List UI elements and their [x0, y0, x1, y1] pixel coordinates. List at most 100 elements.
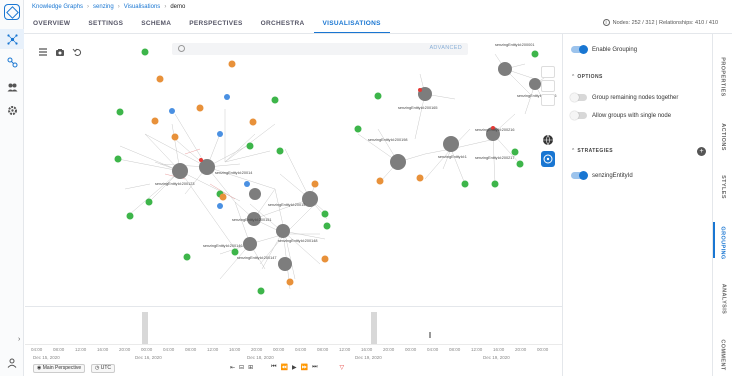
- globe-icon[interactable]: [541, 133, 555, 147]
- allow-single-toggle[interactable]: [570, 111, 587, 120]
- graph-canvas[interactable]: senzingEntityId:200123 senzingEntityId:2…: [25, 34, 562, 306]
- options-header[interactable]: ⌃ OPTIONS: [571, 74, 603, 80]
- timeline-tick-label: 04:00: [295, 347, 307, 352]
- allow-single-label: Allow groups with single node: [592, 112, 672, 119]
- enable-grouping-row[interactable]: Enable Grouping: [571, 45, 637, 54]
- main-tabs: OVERVIEW SETTINGS SCHEMA PERSPECTIVES OR…: [24, 13, 390, 33]
- side-tab-comment[interactable]: COMMENT: [713, 339, 732, 370]
- chevron-right-icon: ›: [117, 4, 120, 10]
- timeline-tick-label: 16:00: [493, 347, 505, 352]
- connections-nav-icon[interactable]: [0, 52, 24, 72]
- tab-perspectives[interactable]: PERSPECTIVES: [180, 20, 251, 33]
- orange-nodes[interactable]: [151, 60, 424, 286]
- fit-range-icon[interactable]: ⇤: [230, 364, 235, 371]
- side-tab-label: COMMENT: [720, 339, 726, 371]
- blue-nodes[interactable]: [169, 94, 250, 209]
- timeline-date-label: Dec 15, 2020: [33, 355, 60, 360]
- search-icon: [178, 45, 185, 52]
- tab-overview[interactable]: OVERVIEW: [24, 20, 79, 33]
- strategies-header-label: STRATEGIES: [577, 148, 613, 154]
- camera-icon[interactable]: [55, 44, 65, 56]
- node-label: senzingEntityId:200216: [475, 128, 514, 132]
- filter-icon[interactable]: ▽: [340, 364, 345, 371]
- group-remaining-row[interactable]: Group remaining nodes together: [570, 93, 679, 102]
- expand-chevron-icon[interactable]: ›: [18, 336, 20, 343]
- side-tab-grouping[interactable]: GROUPING: [713, 222, 732, 260]
- side-tab-label: ACTIONS: [720, 123, 726, 151]
- add-strategy-icon[interactable]: +: [697, 147, 706, 156]
- zoom-in-icon[interactable]: ⊞: [248, 364, 253, 371]
- perspective-label: Main Perspective: [42, 365, 82, 371]
- side-tab-properties[interactable]: PROPERTIES: [713, 57, 732, 96]
- timeline-date-label: Dec 19, 2020: [355, 355, 382, 360]
- perspective-button[interactable]: ◉ Main Perspective: [33, 364, 86, 373]
- skip-forward-icon[interactable]: ⏭: [312, 364, 317, 371]
- timeline-tick-label: 12:00: [339, 347, 351, 352]
- floating-tools: [541, 66, 557, 106]
- zoom-out-icon[interactable]: ⊟: [239, 364, 244, 371]
- tab-schema[interactable]: SCHEMA: [132, 20, 180, 33]
- skip-back-icon[interactable]: ⏮: [271, 364, 276, 371]
- strategy-label: senzingEntityId: [592, 172, 633, 179]
- step-back-icon[interactable]: ⏪: [281, 364, 288, 371]
- node-label: senzingEntityId:20015: [268, 203, 305, 207]
- shuffle-tool-icon[interactable]: [541, 94, 555, 106]
- side-tab-actions[interactable]: ACTIONS: [713, 123, 732, 151]
- group-remaining-label: Group remaining nodes together: [592, 94, 679, 101]
- pointer-tool-icon[interactable]: [541, 66, 555, 78]
- group-remaining-toggle[interactable]: [570, 93, 587, 102]
- timeline-tick-label: 20:00: [383, 347, 395, 352]
- node-label: senzingEntityId:200165: [398, 106, 437, 110]
- tab-visualisations[interactable]: VISUALISATIONS: [313, 20, 390, 33]
- dice-tool-icon[interactable]: [541, 80, 555, 92]
- users-nav-icon[interactable]: [0, 77, 24, 97]
- graph-nav-icon[interactable]: [0, 29, 24, 49]
- breadcrumb-senzing[interactable]: senzing: [93, 4, 114, 10]
- side-tabs: PROPERTIES ACTIONS STYLES GROUPING ANALY…: [712, 34, 732, 376]
- side-tab-analysis[interactable]: ANALYSIS: [713, 284, 732, 315]
- advanced-search-link[interactable]: ADVANCED: [429, 45, 462, 51]
- menu-icon[interactable]: [38, 44, 48, 56]
- chevron-right-icon: ›: [164, 4, 167, 10]
- undo-icon[interactable]: [72, 44, 82, 56]
- strategies-header[interactable]: ⌃ STRATEGIES: [571, 148, 613, 154]
- strategy-toggle[interactable]: [571, 171, 588, 180]
- app-logo[interactable]: [4, 4, 20, 20]
- strategy-row[interactable]: senzingEntityId: [571, 171, 633, 180]
- node-label: senzingEntityId:200146: [203, 244, 242, 248]
- breadcrumb-visualisations[interactable]: Visualisations: [124, 4, 161, 10]
- timeline[interactable]: 04:00 08:00 12:00 16:00 20:00 00:00 04:00 08:00…: [25, 306, 562, 362]
- user-icon[interactable]: [7, 358, 17, 368]
- grouping-toggle-button[interactable]: [541, 151, 555, 167]
- node-label: senzingEntityId:200123: [155, 182, 194, 186]
- graph-svg[interactable]: senzingEntityId:200123 senzingEntityId:2…: [25, 34, 562, 306]
- timeline-tick-label: 20:00: [251, 347, 263, 352]
- side-tab-label: PROPERTIES: [720, 57, 727, 97]
- graph-stats: i Nodes: 252 / 312 | Relationships: 410 …: [602, 19, 718, 26]
- breadcrumb-knowledge-graphs[interactable]: Knowledge Graphs: [32, 4, 83, 10]
- entity-cluster-nodes[interactable]: [172, 62, 541, 271]
- tab-settings[interactable]: SETTINGS: [79, 20, 132, 33]
- settings-nav-icon[interactable]: [0, 100, 24, 120]
- timeline-tick-label: 08:00: [185, 347, 197, 352]
- step-forward-icon[interactable]: ⏩: [301, 364, 308, 371]
- node-label: senzingEntityId:200148: [278, 239, 317, 243]
- stats-text: Nodes: 252 / 312 | Relationships: 410 / …: [612, 19, 718, 26]
- timeline-controls: ◉ Main Perspective ◷ UTC ⇤ ⊟ ⊞ ⏮ ⏪ ▶ ⏩ ⏭…: [25, 362, 562, 376]
- timeline-tick-label: 08:00: [317, 347, 329, 352]
- timeline-tick-label: 00:00: [141, 347, 153, 352]
- info-icon: i: [602, 19, 610, 26]
- allow-single-row[interactable]: Allow groups with single node: [570, 111, 672, 120]
- breadcrumb: Knowledge Graphs › senzing › Visualisati…: [32, 2, 185, 12]
- timezone-button[interactable]: ◷ UTC: [91, 364, 116, 373]
- graph-search-bar[interactable]: ADVANCED: [172, 43, 468, 55]
- tab-orchestra[interactable]: ORCHESTRA: [252, 20, 314, 33]
- breadcrumb-current: demo: [170, 4, 186, 10]
- side-tab-styles[interactable]: STYLES: [713, 175, 732, 199]
- enable-grouping-toggle[interactable]: [571, 45, 588, 54]
- timeline-tick-label: 16:00: [361, 347, 373, 352]
- timezone-label: UTC: [100, 365, 112, 371]
- play-icon[interactable]: ▶: [292, 364, 297, 371]
- chevron-right-icon: ›: [87, 4, 90, 10]
- timeline-tick-label: 04:00: [31, 347, 43, 352]
